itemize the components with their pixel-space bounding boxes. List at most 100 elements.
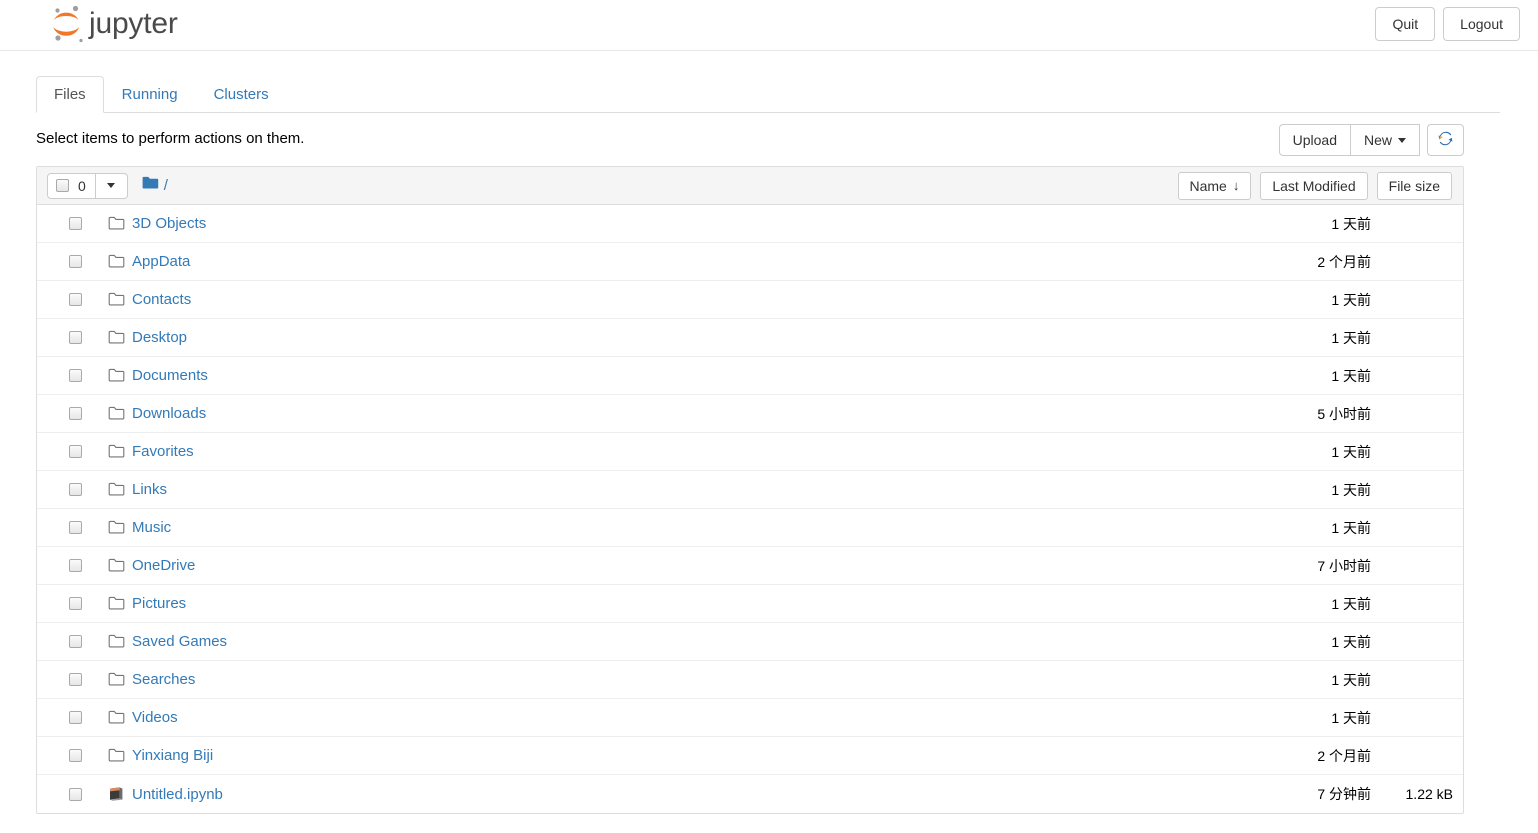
file-name-link[interactable]: Links [132, 481, 167, 498]
select-all-group: 0 [47, 172, 128, 199]
last-modified-value: 1 天前 [1331, 519, 1371, 536]
row-checkbox[interactable] [69, 559, 82, 572]
file-size-value: 1.22 kB [1405, 786, 1453, 802]
table-row[interactable]: AppData 2 个月前 [37, 243, 1463, 281]
breadcrumb[interactable]: / [142, 176, 168, 195]
file-name-link[interactable]: Desktop [132, 329, 187, 346]
last-modified-value: 1 天前 [1331, 329, 1371, 346]
last-modified-value: 1 天前 [1331, 215, 1371, 232]
quit-button[interactable]: Quit [1375, 7, 1436, 41]
folder-icon [107, 291, 125, 309]
breadcrumb-path[interactable]: / [164, 177, 168, 194]
brand-name: jupyter [89, 7, 178, 40]
table-row[interactable]: Saved Games 1 天前 [37, 623, 1463, 661]
file-name-link[interactable]: Contacts [132, 291, 191, 308]
row-checkbox[interactable] [69, 635, 82, 648]
new-button[interactable]: New [1349, 124, 1420, 156]
select-menu-button[interactable] [95, 172, 128, 199]
last-modified-value: 1 天前 [1331, 709, 1371, 726]
file-name-link[interactable]: Pictures [132, 595, 186, 612]
sort-controls: Name ↓ Last Modified File size [1177, 171, 1452, 200]
jupyter-brand[interactable]: jupyter [48, 2, 178, 46]
refresh-icon [1438, 131, 1453, 149]
table-row[interactable]: OneDrive 7 小时前 [37, 547, 1463, 585]
last-modified-value: 2 个月前 [1317, 253, 1371, 270]
sort-by-last-modified-button[interactable]: Last Modified [1260, 171, 1368, 200]
file-name-link[interactable]: Videos [132, 709, 178, 726]
folder-icon [107, 557, 125, 575]
row-checkbox[interactable] [69, 673, 82, 686]
folder-icon [107, 405, 125, 423]
table-row[interactable]: Favorites 1 天前 [37, 433, 1463, 471]
table-row[interactable]: Videos 1 天前 [37, 699, 1463, 737]
row-checkbox[interactable] [69, 293, 82, 306]
tab-clusters[interactable]: Clusters [196, 76, 287, 113]
row-checkbox[interactable] [69, 749, 82, 762]
folder-icon [107, 671, 125, 689]
row-checkbox[interactable] [69, 331, 82, 344]
upload-button[interactable]: Upload [1278, 124, 1351, 156]
sort-by-file-size-button[interactable]: File size [1376, 171, 1452, 200]
row-checkbox[interactable] [69, 483, 82, 496]
last-modified-value: 1 天前 [1331, 367, 1371, 384]
header-actions: Quit Logout [1375, 7, 1520, 41]
logout-button[interactable]: Logout [1443, 7, 1520, 41]
table-row[interactable]: Desktop 1 天前 [37, 319, 1463, 357]
main-tabs: Files Running Clusters [36, 76, 1500, 113]
folder-icon [107, 253, 125, 271]
last-modified-value: 1 天前 [1331, 481, 1371, 498]
file-name-link[interactable]: Music [132, 519, 171, 536]
last-modified-value: 2 个月前 [1317, 747, 1371, 764]
folder-icon [107, 709, 125, 727]
row-checkbox[interactable] [69, 255, 82, 268]
table-row[interactable]: 3D Objects 1 天前 [37, 205, 1463, 243]
select-all-control[interactable]: 0 [47, 172, 96, 199]
row-checkbox[interactable] [69, 217, 82, 230]
row-checkbox[interactable] [69, 787, 82, 801]
file-name-link[interactable]: Searches [132, 671, 195, 688]
select-all-checkbox[interactable] [56, 179, 69, 192]
file-actions: Upload New [1278, 124, 1464, 156]
file-name-link[interactable]: 3D Objects [132, 215, 206, 232]
row-checkbox[interactable] [69, 445, 82, 458]
last-modified-value: 1 天前 [1331, 291, 1371, 308]
folder-icon [107, 367, 125, 385]
table-row[interactable]: Documents 1 天前 [37, 357, 1463, 395]
table-row[interactable]: Links 1 天前 [37, 471, 1463, 509]
row-checkbox[interactable] [69, 521, 82, 534]
last-modified-value: 7 小时前 [1317, 557, 1371, 574]
table-row[interactable]: Searches 1 天前 [37, 661, 1463, 699]
file-name-link[interactable]: Yinxiang Biji [132, 747, 213, 764]
sort-name-label: Name [1189, 177, 1227, 194]
refresh-button[interactable] [1427, 124, 1464, 156]
row-checkbox[interactable] [69, 597, 82, 610]
folder-icon [107, 595, 125, 613]
row-checkbox[interactable] [69, 711, 82, 724]
row-checkbox[interactable] [69, 369, 82, 382]
last-modified-value: 1 天前 [1331, 443, 1371, 460]
file-name-link[interactable]: Favorites [132, 443, 194, 460]
table-row[interactable]: Yinxiang Biji 2 个月前 [37, 737, 1463, 775]
folder-icon [107, 481, 125, 499]
last-modified-value: 5 小时前 [1317, 405, 1371, 422]
selection-hint: Select items to perform actions on them. [36, 130, 305, 147]
file-name-link[interactable]: Documents [132, 367, 208, 384]
tab-running[interactable]: Running [104, 76, 196, 113]
row-checkbox[interactable] [69, 407, 82, 420]
file-name-link[interactable]: AppData [132, 253, 190, 270]
tab-files[interactable]: Files [36, 76, 104, 113]
file-list: 0 / Name ↓ Last Modified File size 3D Ob… [36, 166, 1464, 814]
folder-icon [107, 329, 125, 347]
file-name-link[interactable]: Saved Games [132, 633, 227, 650]
file-name-link[interactable]: OneDrive [132, 557, 195, 574]
table-row[interactable]: Untitled.ipynb 7 分钟前 1.22 kB [37, 775, 1463, 813]
table-row[interactable]: Pictures 1 天前 [37, 585, 1463, 623]
file-name-link[interactable]: Downloads [132, 405, 206, 422]
folder-filled-icon [142, 176, 159, 195]
table-row[interactable]: Contacts 1 天前 [37, 281, 1463, 319]
file-name-link[interactable]: Untitled.ipynb [132, 786, 223, 803]
table-row[interactable]: Downloads 5 小时前 [37, 395, 1463, 433]
sort-by-name-button[interactable]: Name ↓ [1177, 171, 1252, 200]
table-row[interactable]: Music 1 天前 [37, 509, 1463, 547]
last-modified-value: 7 分钟前 [1317, 786, 1371, 802]
